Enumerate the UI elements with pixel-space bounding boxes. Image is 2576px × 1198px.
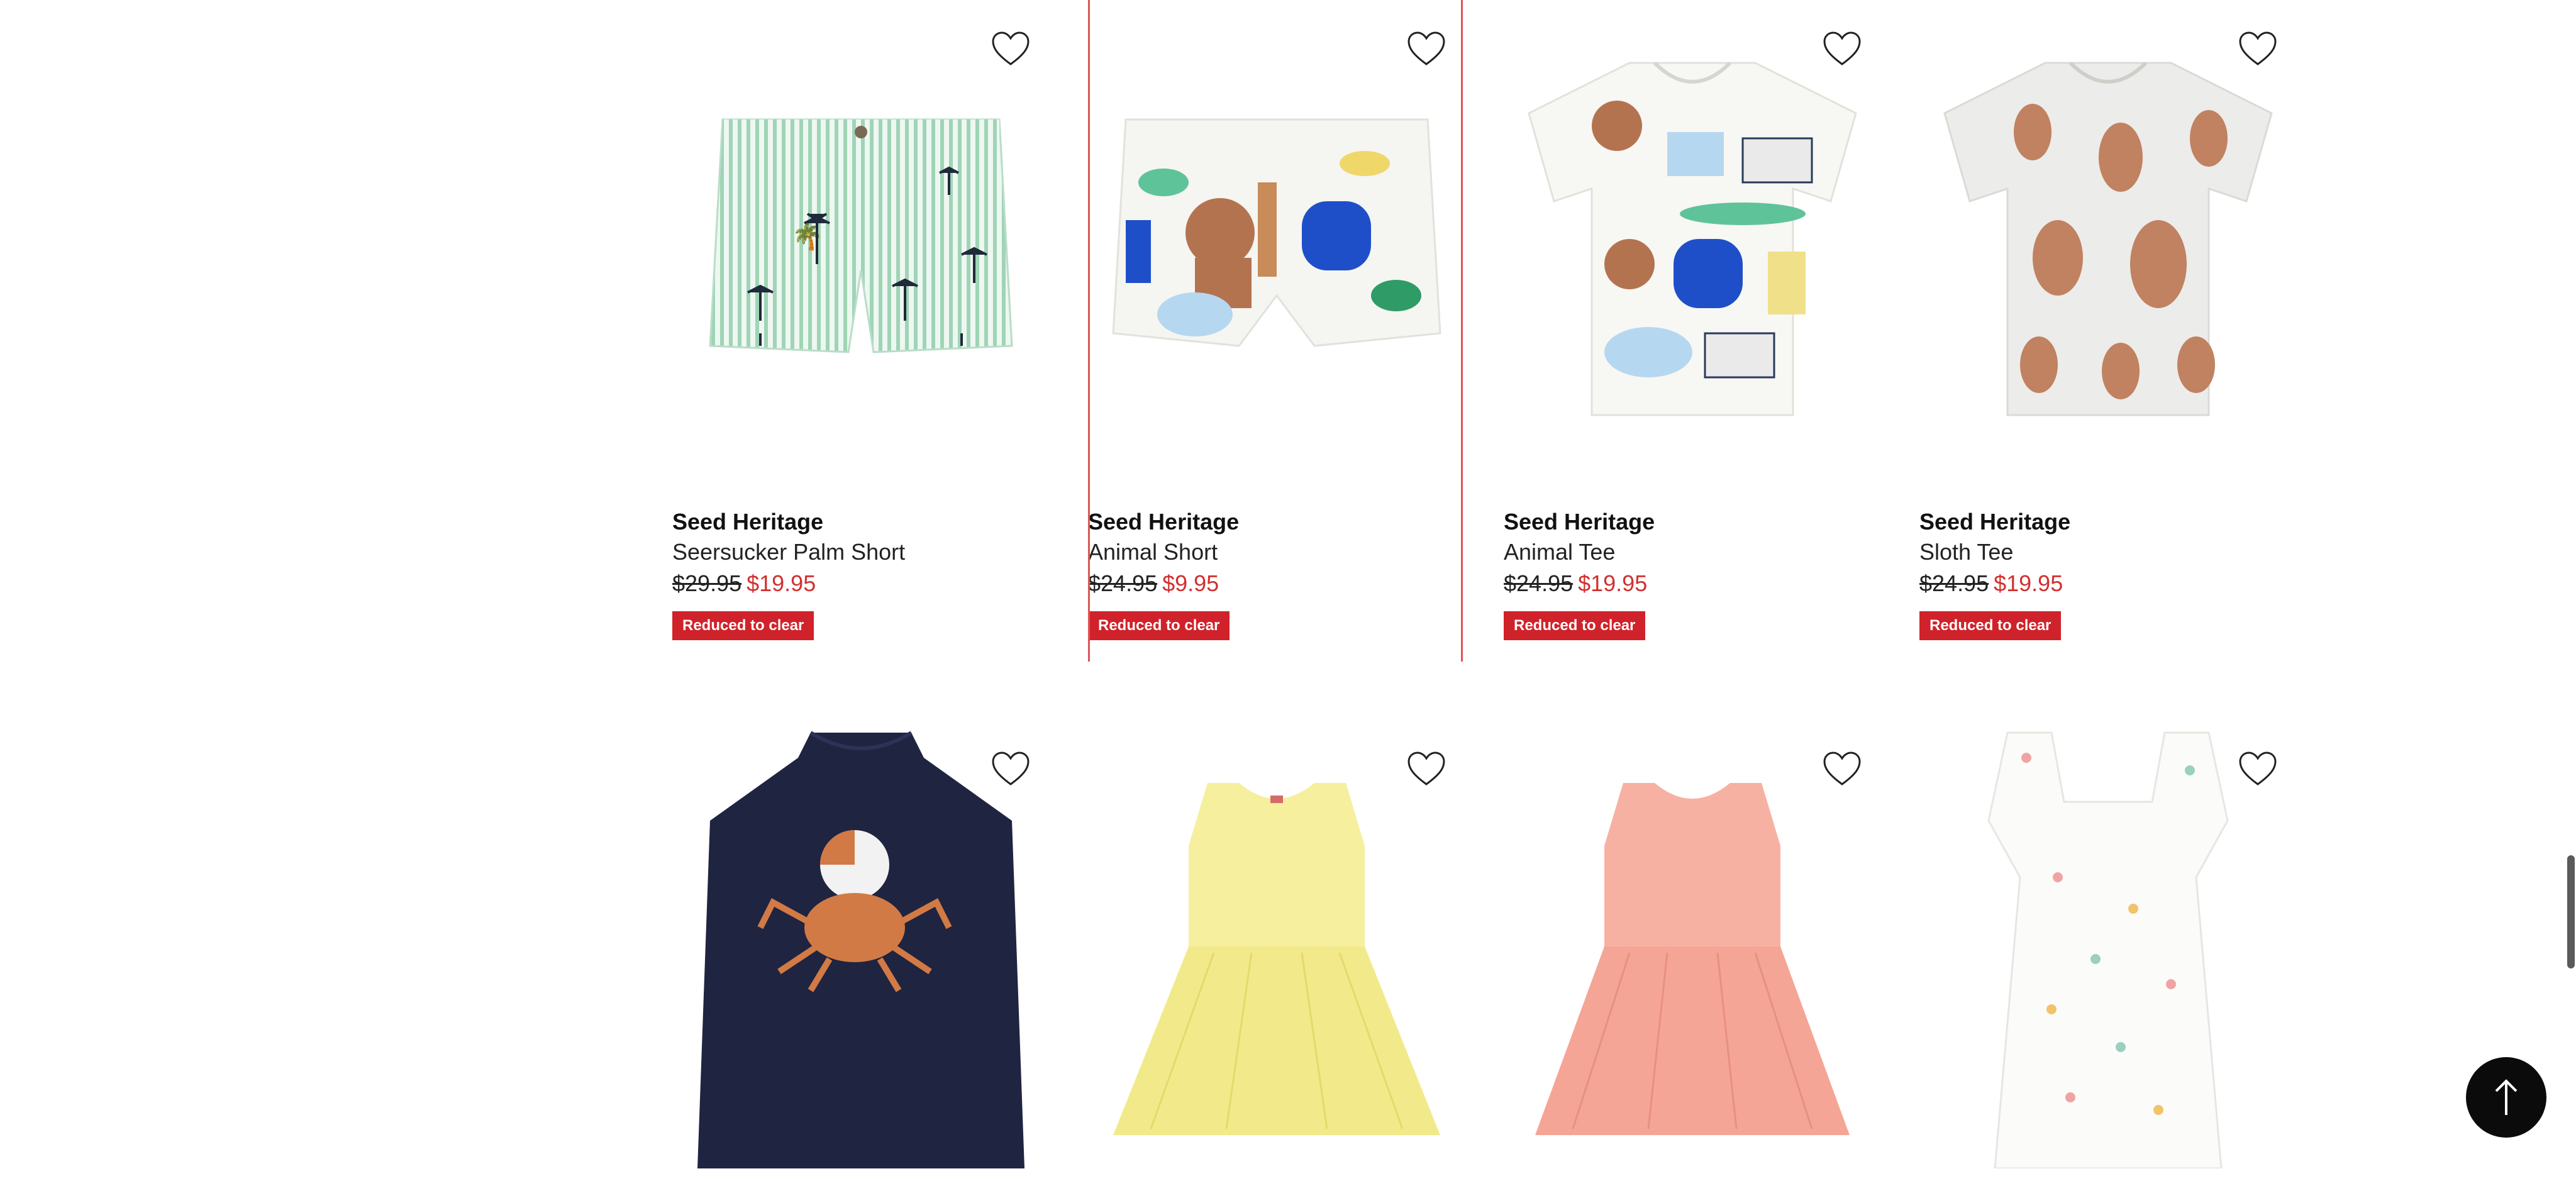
product-brand[interactable]: Seed Heritage xyxy=(1504,508,1655,536)
wishlist-heart-icon[interactable] xyxy=(2238,30,2278,67)
sale-badge: Reduced to clear xyxy=(672,611,814,640)
sale-badge: Reduced to clear xyxy=(1504,611,1646,640)
product-price: $24.95 $19.95 xyxy=(1919,568,2070,599)
sale-badge: Reduced to clear xyxy=(1919,611,2062,640)
pink-tulle-dress-image[interactable] xyxy=(1504,720,1881,1198)
original-price: $24.95 xyxy=(1504,570,1574,596)
product-brand[interactable]: Seed Heritage xyxy=(672,508,905,536)
sale-price: $9.95 xyxy=(1162,570,1219,596)
sloth-tee-image[interactable] xyxy=(1919,0,2297,478)
seersucker-short-image[interactable]: 🌴 xyxy=(672,0,1050,478)
wishlist-heart-icon[interactable] xyxy=(1406,30,1446,67)
original-price: $29.95 xyxy=(672,570,742,596)
original-price: $24.95 xyxy=(1088,570,1158,596)
product-info: Seed Heritage Animal Short $24.95 $9.95 R… xyxy=(1088,508,1239,640)
arrow-up-icon xyxy=(2495,1079,2518,1115)
crab-swimsuit-image[interactable] xyxy=(672,720,1050,1198)
product-price: $29.95 $19.95 xyxy=(672,568,905,599)
wishlist-heart-icon[interactable] xyxy=(1822,30,1862,67)
product-name[interactable]: Animal Tee xyxy=(1504,537,1655,567)
scrollbar-thumb[interactable] xyxy=(2567,855,2575,968)
wishlist-heart-icon[interactable] xyxy=(991,750,1031,787)
original-price: $24.95 xyxy=(1919,570,1989,596)
wishlist-heart-icon[interactable] xyxy=(1822,750,1862,787)
sale-price: $19.95 xyxy=(747,570,816,596)
sale-price: $19.95 xyxy=(1578,570,1648,596)
yellow-tulle-dress-image[interactable] xyxy=(1088,720,1465,1198)
product-name[interactable]: Animal Short xyxy=(1088,537,1239,567)
wishlist-heart-icon[interactable] xyxy=(2238,750,2278,787)
product-price: $24.95 $19.95 xyxy=(1504,568,1655,599)
back-to-top-button[interactable] xyxy=(2466,1057,2546,1138)
wishlist-heart-icon[interactable] xyxy=(1406,750,1446,787)
product-info: Seed Heritage Animal Tee $24.95 $19.95 Re… xyxy=(1504,508,1655,640)
sale-price: $19.95 xyxy=(1994,570,2063,596)
animal-tee-image[interactable] xyxy=(1504,0,1881,478)
product-name[interactable]: Sloth Tee xyxy=(1919,537,2070,567)
wishlist-heart-icon[interactable] xyxy=(991,30,1031,67)
product-name[interactable]: Seersucker Palm Short xyxy=(672,537,905,567)
product-info: Seed Heritage Seersucker Palm Short $29.… xyxy=(672,508,905,640)
product-price: $24.95 $9.95 xyxy=(1088,568,1239,599)
sale-badge: Reduced to clear xyxy=(1088,611,1230,640)
product-brand[interactable]: Seed Heritage xyxy=(1919,508,2070,536)
svg-text:🌴: 🌴 xyxy=(792,222,823,251)
product-brand[interactable]: Seed Heritage xyxy=(1088,508,1239,536)
page-scrollbar[interactable] xyxy=(2563,0,2576,1168)
animal-short-image[interactable] xyxy=(1088,0,1465,478)
floral-romper-image[interactable] xyxy=(1919,720,2297,1198)
product-info: Seed Heritage Sloth Tee $24.95 $19.95 Red… xyxy=(1919,508,2070,640)
